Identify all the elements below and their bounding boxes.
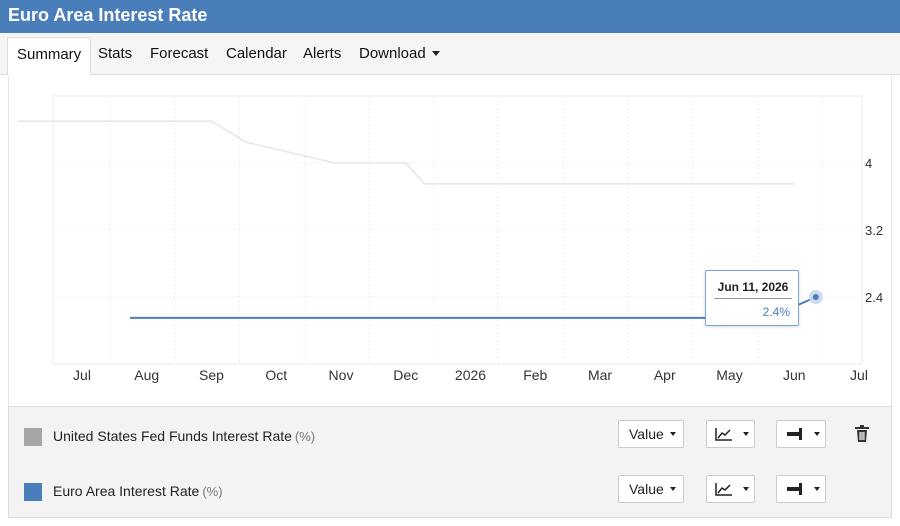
x-tick-label: May bbox=[716, 367, 742, 383]
chart-type-dropdown[interactable] bbox=[706, 420, 755, 448]
x-tick-label: Sep bbox=[199, 367, 224, 383]
series-color-swatch[interactable] bbox=[24, 483, 42, 501]
tooltip-divider bbox=[714, 298, 792, 299]
x-tick-label: Mar bbox=[588, 367, 612, 383]
tab-stats[interactable]: Stats bbox=[89, 37, 141, 70]
chart-canvas[interactable]: Jul Aug Sep Oct Nov Dec 2026 Feb Mar Apr May Jun Jul… bbox=[9, 76, 893, 406]
tab-download[interactable]: Download bbox=[350, 37, 449, 70]
tab-alerts[interactable]: Alerts bbox=[294, 37, 350, 70]
chart-tooltip: Jun 11, 2026 2.4% bbox=[705, 270, 799, 326]
series-color-swatch[interactable] bbox=[24, 428, 42, 446]
chart-type-dropdown[interactable] bbox=[706, 475, 755, 503]
value-dropdown[interactable]: Value bbox=[618, 420, 684, 448]
x-tick-label: Jul bbox=[73, 367, 91, 383]
tab-bar: Summary Stats Forecast Calendar Alerts D… bbox=[0, 33, 900, 75]
axis-side-icon bbox=[787, 483, 802, 495]
x-tick-label: Feb bbox=[523, 367, 547, 383]
legend-row: Euro Area Interest Rate (%) Value bbox=[9, 462, 891, 517]
value-dropdown[interactable]: Value bbox=[618, 475, 684, 503]
chevron-down-icon bbox=[670, 487, 676, 491]
line-chart-icon bbox=[715, 428, 732, 441]
y-tick-label: 3.2 bbox=[865, 223, 883, 238]
series-name-text: Euro Area Interest Rate bbox=[53, 483, 200, 499]
legend-row: United States Fed Funds Interest Rate (%)… bbox=[9, 407, 891, 462]
x-tick-label: Apr bbox=[654, 367, 676, 383]
page-title: Euro Area Interest Rate bbox=[8, 5, 208, 25]
tab-forecast[interactable]: Forecast bbox=[141, 37, 217, 70]
axis-dropdown[interactable] bbox=[776, 420, 826, 448]
series-name: Euro Area Interest Rate (%) bbox=[53, 483, 223, 499]
x-tick-label: Dec bbox=[393, 367, 418, 383]
x-tick-label: Oct bbox=[265, 367, 287, 383]
axis-side-icon bbox=[787, 428, 802, 440]
chevron-down-icon bbox=[814, 487, 820, 491]
chevron-down-icon bbox=[743, 487, 749, 491]
y-tick-label: 4 bbox=[865, 156, 872, 171]
tab-summary[interactable]: Summary bbox=[7, 37, 92, 75]
trash-icon[interactable] bbox=[854, 425, 870, 443]
chevron-down-icon bbox=[743, 432, 749, 436]
series-unit: (%) bbox=[294, 429, 316, 444]
series-legend: United States Fed Funds Interest Rate (%)… bbox=[8, 406, 892, 518]
chevron-down-icon bbox=[670, 432, 676, 436]
series-unit: (%) bbox=[202, 484, 223, 499]
x-tick-label: Jun bbox=[783, 367, 806, 383]
x-tick-label: Nov bbox=[329, 367, 354, 383]
line-chart-icon bbox=[715, 483, 732, 496]
tab-calendar[interactable]: Calendar bbox=[217, 37, 296, 70]
axis-dropdown[interactable] bbox=[776, 475, 826, 503]
series-name-text: United States Fed Funds Interest Rate bbox=[53, 428, 292, 444]
series-name: United States Fed Funds Interest Rate (%) bbox=[53, 428, 315, 444]
title-bar: Euro Area Interest Rate bbox=[0, 0, 900, 33]
hover-marker bbox=[812, 294, 819, 300]
x-tick-label: Jul bbox=[850, 367, 868, 383]
series-line bbox=[17, 120, 795, 185]
chevron-down-icon bbox=[431, 50, 440, 56]
chevron-down-icon bbox=[814, 432, 820, 436]
x-tick-label: 2026 bbox=[455, 367, 486, 383]
y-tick-label: 2.4 bbox=[865, 290, 883, 305]
tooltip-date: Jun 11, 2026 bbox=[717, 280, 789, 294]
x-tick-label: Aug bbox=[134, 367, 159, 383]
chart-panel: Jul Aug Sep Oct Nov Dec 2026 Feb Mar Apr May Jun Jul… bbox=[8, 76, 892, 406]
tooltip-value: 2.4% bbox=[762, 305, 790, 319]
